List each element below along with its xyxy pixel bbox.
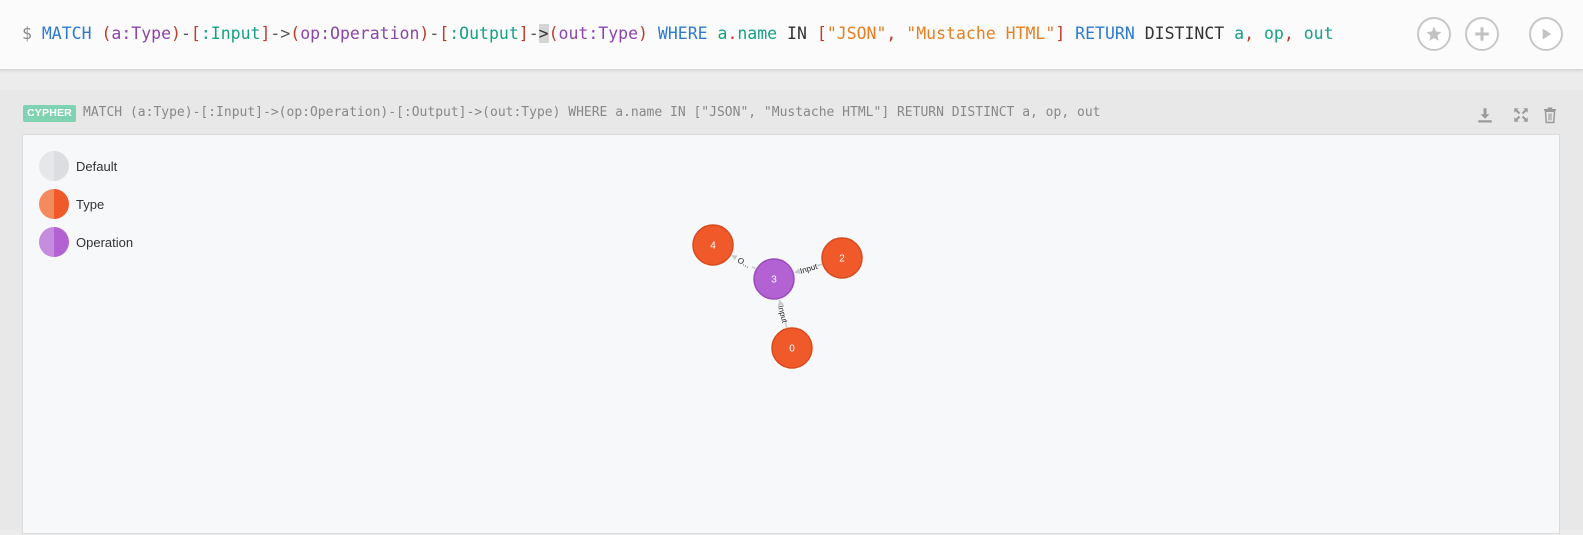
query-token: [ [190, 24, 201, 43]
play-icon [1542, 28, 1552, 40]
frame-header: CYPHER MATCH (a:Type)-[:Input]->(op:Oper… [0, 90, 1583, 134]
query-token: , [1244, 24, 1264, 43]
graph-canvas[interactable]: Default Type Operation O... Input Input 4 3 2 0 [22, 134, 1560, 534]
query-input[interactable]: $ MATCH (a:Type)-[:Input]->(op:Operation… [22, 22, 1334, 46]
query-token: $ [22, 24, 42, 43]
plus-icon [1475, 27, 1489, 41]
query-token: RETURN [1065, 24, 1145, 43]
run-button[interactable] [1529, 17, 1563, 51]
query-token: ( [101, 24, 112, 43]
query-token: a [1234, 24, 1245, 43]
query-token: ( [290, 24, 301, 43]
graph-node-4[interactable]: 4 [692, 224, 734, 266]
download-icon [1478, 108, 1492, 123]
query-token: > [538, 24, 549, 43]
query-token: - [429, 24, 440, 43]
result-frame: CYPHER MATCH (a:Type)-[:Input]->(op:Oper… [0, 90, 1583, 534]
query-token: out:Type [558, 24, 639, 43]
query-token: [ [439, 24, 450, 43]
query-token: [ [816, 24, 827, 43]
node-label: 3 [771, 275, 777, 286]
query-editor[interactable]: $ MATCH (a:Type)-[:Input]->(op:Operation… [0, 0, 1583, 70]
query-token: name [737, 24, 778, 43]
query-token: ] [1055, 24, 1066, 43]
query-token: ) [171, 24, 181, 43]
graph-edge[interactable]: Input [794, 262, 823, 276]
query-token: "JSON" [826, 24, 887, 43]
edge-label: Input [776, 304, 789, 324]
graph-node-3[interactable]: 3 [753, 258, 795, 300]
query-token: a [717, 24, 728, 43]
trash-icon [1544, 107, 1556, 124]
query-token: . [727, 24, 738, 43]
graph-edge[interactable]: O... [731, 254, 757, 271]
query-token: DISTINCT [1144, 24, 1235, 43]
node-label: 4 [710, 241, 716, 252]
query-token: , [886, 24, 907, 43]
query-token: op [1263, 24, 1284, 43]
favorite-button[interactable] [1417, 17, 1451, 51]
edge-label: Input [799, 262, 819, 276]
graph-node-2[interactable]: 2 [821, 237, 863, 279]
query-token: WHERE [647, 24, 718, 43]
graph-view[interactable]: O... Input Input 4 3 2 0 [23, 135, 1561, 535]
delete-button[interactable] [1539, 104, 1561, 126]
graph-node-0[interactable]: 0 [771, 327, 813, 369]
query-token: ] [260, 24, 271, 43]
add-button[interactable] [1465, 17, 1499, 51]
query-token: ) [638, 24, 648, 43]
frame-query[interactable]: MATCH (a:Type)-[:Input]->(op:Operation)-… [83, 104, 1100, 122]
query-token: a [111, 24, 122, 43]
query-token: -> [270, 24, 291, 43]
expand-button[interactable] [1510, 104, 1532, 126]
query-token: "Mustache HTML" [906, 24, 1056, 43]
query-token: :Type [121, 24, 172, 43]
query-token: - [180, 24, 191, 43]
expand-icon [1514, 108, 1528, 122]
query-token: op:Operation [300, 24, 420, 43]
query-token: ] [518, 24, 529, 43]
node-label: 2 [839, 254, 845, 265]
query-token: out [1303, 24, 1334, 43]
query-token: :Input [200, 24, 261, 43]
star-icon [1426, 26, 1442, 41]
query-token: :Output [449, 24, 519, 43]
graph-edge[interactable]: Input [776, 299, 789, 328]
cypher-badge: CYPHER [23, 105, 76, 122]
query-token: IN [777, 24, 817, 43]
query-token: - [528, 24, 539, 43]
query-token: ) [419, 24, 430, 43]
query-token: ( [548, 24, 559, 43]
query-token: MATCH [41, 24, 102, 43]
download-button[interactable] [1474, 104, 1496, 126]
query-token: , [1283, 24, 1304, 43]
node-label: 0 [789, 344, 795, 355]
